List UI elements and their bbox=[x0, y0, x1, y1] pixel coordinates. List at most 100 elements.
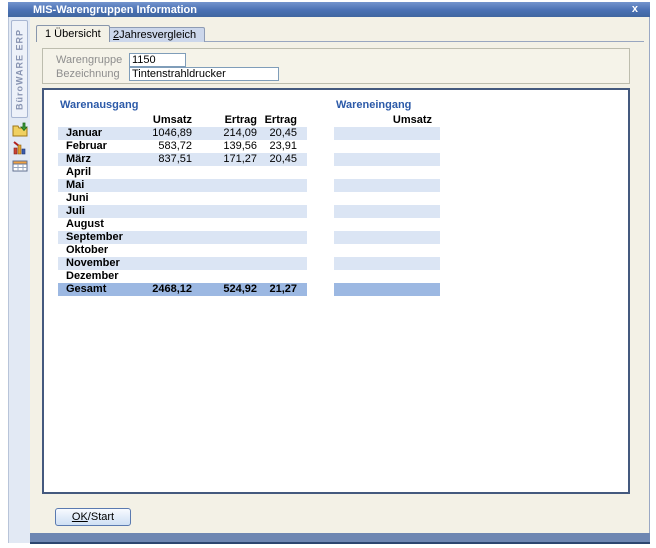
warengruppe-label: Warengruppe bbox=[56, 54, 122, 66]
mis-warengruppen-window: MIS-Warengruppen Information x BüroWARE … bbox=[0, 0, 656, 548]
table-row: Februar583,72139,5623,91 bbox=[58, 140, 307, 153]
cell-we-umsatz bbox=[334, 244, 440, 257]
table-row: September bbox=[58, 231, 307, 244]
window-title: MIS-Warengruppen Information bbox=[33, 4, 197, 16]
cell-we-umsatz bbox=[334, 140, 440, 153]
warenausgang-total-row: Gesamt 2468,12 524,92 21,27 bbox=[58, 283, 307, 296]
warenausgang-title: Warenausgang bbox=[60, 99, 138, 111]
bar-chart-icon[interactable] bbox=[12, 140, 28, 156]
cell-ertrag: 139,56 bbox=[192, 140, 257, 153]
tab-uebersicht[interactable]: 1 Übersicht bbox=[36, 25, 110, 42]
cell-umsatz bbox=[138, 205, 192, 218]
cell-we-umsatz bbox=[334, 218, 440, 231]
cell-month: Januar bbox=[58, 127, 138, 140]
table-row: August bbox=[58, 218, 307, 231]
wareneingang-header-row: Umsatz bbox=[334, 114, 440, 127]
table-row: Mai bbox=[58, 179, 307, 192]
wareneingang-rows bbox=[334, 127, 440, 283]
cell-total-label: Gesamt bbox=[58, 283, 138, 296]
cell-ertrag-pct bbox=[257, 179, 297, 192]
cell-ertrag-pct: 23,91 bbox=[257, 140, 297, 153]
header-we-umsatz: Umsatz bbox=[334, 114, 440, 127]
report-panel: Warenausgang Wareneingang Umsatz Ertrag … bbox=[42, 88, 630, 494]
cell-we-umsatz bbox=[334, 192, 440, 205]
close-icon[interactable]: x bbox=[632, 2, 638, 17]
cell-umsatz: 1046,89 bbox=[138, 127, 192, 140]
warenausgang-header-row: Umsatz Ertrag Ertrag % bbox=[58, 114, 307, 127]
ok-start-rest: /Start bbox=[88, 511, 114, 523]
cell-ertrag-pct bbox=[257, 231, 297, 244]
table-row bbox=[334, 270, 440, 283]
cell-we-umsatz bbox=[334, 166, 440, 179]
cell-ertrag-pct: 20,45 bbox=[257, 153, 297, 166]
cell-ertrag bbox=[192, 218, 257, 231]
cell-ertrag: 171,27 bbox=[192, 153, 257, 166]
wareneingang-total-row bbox=[334, 283, 440, 296]
table-row bbox=[334, 231, 440, 244]
table-row bbox=[334, 244, 440, 257]
table-row: März837,51171,2720,45 bbox=[58, 153, 307, 166]
table-row bbox=[334, 153, 440, 166]
table-row: Oktober bbox=[58, 244, 307, 257]
table-row bbox=[334, 192, 440, 205]
table-row bbox=[334, 179, 440, 192]
cell-umsatz: 837,51 bbox=[138, 153, 192, 166]
cell-ertrag-pct bbox=[257, 166, 297, 179]
warengruppe-input[interactable] bbox=[129, 53, 186, 67]
cell-ertrag-pct bbox=[257, 244, 297, 257]
cell-ertrag bbox=[192, 270, 257, 283]
cell-total-we-umsatz bbox=[334, 283, 440, 296]
ok-start-button[interactable]: OK/Start bbox=[55, 508, 131, 526]
cell-ertrag-pct bbox=[257, 270, 297, 283]
cell-ertrag bbox=[192, 179, 257, 192]
table-row: Dezember bbox=[58, 270, 307, 283]
cell-umsatz: 583,72 bbox=[138, 140, 192, 153]
table-row: April bbox=[58, 166, 307, 179]
cell-umsatz bbox=[138, 192, 192, 205]
cell-umsatz bbox=[138, 218, 192, 231]
folder-import-icon[interactable] bbox=[12, 122, 28, 138]
cell-month: September bbox=[58, 231, 138, 244]
cell-ertrag bbox=[192, 192, 257, 205]
cell-umsatz bbox=[138, 179, 192, 192]
table-row: Januar1046,89214,0920,45 bbox=[58, 127, 307, 140]
table-row bbox=[334, 127, 440, 140]
table-row: Juni bbox=[58, 192, 307, 205]
cell-ertrag-pct bbox=[257, 218, 297, 231]
cell-umsatz bbox=[138, 166, 192, 179]
cell-month: Mai bbox=[58, 179, 138, 192]
wareneingang-title: Wareneingang bbox=[336, 99, 411, 111]
cell-total-umsatz: 2468,12 bbox=[138, 283, 192, 296]
cell-umsatz bbox=[138, 257, 192, 270]
cell-umsatz bbox=[138, 231, 192, 244]
cell-month: November bbox=[58, 257, 138, 270]
bottom-resize-bar bbox=[30, 533, 650, 544]
header-umsatz: Umsatz bbox=[138, 114, 192, 127]
sidebar: BüroWARE ERP bbox=[8, 17, 30, 543]
cell-month: Juni bbox=[58, 192, 138, 205]
bezeichnung-input[interactable] bbox=[129, 67, 279, 81]
cell-ertrag bbox=[192, 244, 257, 257]
cell-ertrag bbox=[192, 257, 257, 270]
ok-start-mnemonic: OK bbox=[72, 511, 88, 523]
cell-ertrag-pct: 20,45 bbox=[257, 127, 297, 140]
cell-we-umsatz bbox=[334, 257, 440, 270]
table-row bbox=[334, 218, 440, 231]
brand-vertical-label: BüroWARE ERP bbox=[11, 20, 28, 118]
table-grid-icon[interactable] bbox=[12, 158, 28, 174]
tab-jahresvergleich-label: Jahresvergleich bbox=[119, 29, 196, 41]
titlebar[interactable]: MIS-Warengruppen Information x bbox=[8, 2, 650, 17]
table-row bbox=[334, 166, 440, 179]
cell-month: Dezember bbox=[58, 270, 138, 283]
table-row bbox=[334, 140, 440, 153]
cell-total-ertrag-pct: 21,27 bbox=[257, 283, 297, 296]
cell-ertrag bbox=[192, 205, 257, 218]
cell-we-umsatz bbox=[334, 179, 440, 192]
table-row: Juli bbox=[58, 205, 307, 218]
cell-we-umsatz bbox=[334, 153, 440, 166]
cell-total-ertrag: 524,92 bbox=[192, 283, 257, 296]
header-form-group: Warengruppe Bezeichnung bbox=[42, 48, 630, 84]
tab-uebersicht-label: 1 Übersicht bbox=[45, 28, 101, 40]
tab-jahresvergleich[interactable]: 2 Jahresvergleich bbox=[104, 27, 205, 42]
cell-month: Oktober bbox=[58, 244, 138, 257]
